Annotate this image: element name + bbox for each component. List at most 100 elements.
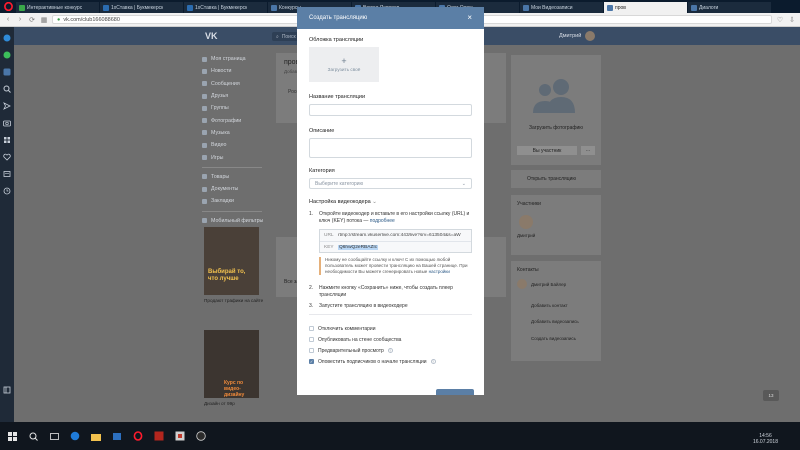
menu-item-label: Новости bbox=[211, 68, 232, 75]
stream-url-value[interactable]: rtmp://stream.vkuserlive.com:443/live?sr… bbox=[338, 233, 461, 238]
start-stream-card[interactable]: Открыть трансляцию bbox=[511, 170, 601, 188]
camera-icon[interactable] bbox=[3, 118, 12, 127]
regenerate-link[interactable]: настройки bbox=[429, 269, 450, 274]
task-view-icon[interactable] bbox=[45, 427, 63, 445]
stream-key-value[interactable]: Q6hwQ2eRBAZIc bbox=[338, 244, 379, 250]
vk-user-menu[interactable]: Дмитрий bbox=[559, 31, 596, 41]
menu-item-icon bbox=[202, 142, 207, 148]
speed-dial-icon[interactable]: ▦ bbox=[40, 16, 48, 24]
encoder-settings-toggle[interactable]: Настройка видеокодера ⌄ bbox=[309, 199, 472, 205]
news-icon[interactable] bbox=[3, 169, 12, 178]
vk-messenger-icon[interactable] bbox=[3, 67, 12, 76]
browser-tab[interactable]: пров bbox=[604, 2, 688, 13]
edge-icon[interactable] bbox=[66, 427, 84, 445]
windows-start-icon[interactable] bbox=[3, 427, 21, 445]
menu-item-icon bbox=[202, 218, 207, 224]
vk-logo-icon[interactable]: VK bbox=[205, 31, 218, 41]
key-row[interactable]: KEY Q6hwQ2eRBAZIc bbox=[320, 241, 471, 252]
obs-icon[interactable] bbox=[192, 427, 210, 445]
vk-menu-item[interactable]: Новости bbox=[202, 65, 262, 77]
tab-favicon-icon bbox=[103, 4, 109, 11]
browser-tab[interactable]: Интерактивные конкурс bbox=[16, 2, 100, 13]
checkbox-label: Оповестить подписчиков о начале трансляц… bbox=[318, 358, 427, 365]
vk-menu-item[interactable]: Товары bbox=[202, 171, 262, 183]
vk-menu-item[interactable]: Игры bbox=[202, 151, 262, 163]
menu-item-icon bbox=[202, 186, 207, 192]
description-textarea[interactable] bbox=[309, 138, 472, 158]
store-icon[interactable] bbox=[108, 427, 126, 445]
send-icon[interactable] bbox=[3, 101, 12, 110]
vk-menu-item[interactable]: Сообщения bbox=[202, 78, 262, 90]
option-checkbox[interactable]: Предварительный просмотр? bbox=[309, 345, 472, 356]
filezilla-icon[interactable] bbox=[150, 427, 168, 445]
vk-menu-item[interactable]: Моя страница bbox=[202, 53, 262, 65]
taskbar-search-icon[interactable] bbox=[24, 427, 42, 445]
url-row[interactable]: URL rtmp://stream.vkuserlive.com:443/liv… bbox=[320, 230, 471, 241]
option-checkbox[interactable]: Отключить комментарии bbox=[309, 323, 472, 334]
ad-text-2: Дизайн от 99р bbox=[204, 401, 235, 406]
history-clock-icon[interactable] bbox=[3, 186, 12, 195]
option-checkbox[interactable]: ✓ Оповестить подписчиков о начале трансля… bbox=[309, 356, 472, 367]
tab-favicon-icon bbox=[19, 4, 25, 11]
checkbox[interactable] bbox=[309, 348, 314, 353]
browser-tab[interactable]: 1xСтавка | Букмекерск bbox=[100, 2, 184, 13]
scroll-badge[interactable]: 13 bbox=[763, 390, 779, 401]
checkbox[interactable] bbox=[309, 326, 314, 331]
help-icon[interactable]: ? bbox=[387, 348, 393, 353]
ad-title-1: Выбирай то, что лучше bbox=[208, 269, 246, 282]
cover-upload-button[interactable]: + Загрузить своё bbox=[309, 47, 379, 82]
help-icon[interactable]: ? bbox=[430, 359, 436, 364]
contact-name[interactable]: Дмитрий Байлер bbox=[531, 282, 566, 287]
vk-search-placeholder: Поиск bbox=[281, 33, 296, 40]
close-icon[interactable]: × bbox=[467, 14, 472, 22]
messenger-icon[interactable] bbox=[3, 33, 12, 42]
description-label: Описание bbox=[309, 128, 335, 134]
add-contact-link[interactable]: Добавить контакт bbox=[531, 303, 568, 308]
ad-image-2[interactable]: Курс по видео-дизайну bbox=[204, 330, 259, 398]
download-icon[interactable]: ⇩ bbox=[788, 16, 796, 24]
create-video-link[interactable]: Создать видеозапись bbox=[531, 336, 576, 341]
forward-icon[interactable]: › bbox=[16, 16, 24, 24]
app-icon[interactable] bbox=[171, 427, 189, 445]
ad-image-1[interactable]: Выбирай то, что лучше bbox=[204, 227, 259, 295]
explorer-icon[interactable] bbox=[87, 427, 105, 445]
member-button[interactable]: Вы участник bbox=[517, 146, 577, 155]
back-icon[interactable]: ‹ bbox=[4, 16, 12, 24]
vk-menu-item[interactable]: Видео bbox=[202, 139, 262, 151]
contact-avatar[interactable] bbox=[517, 279, 527, 289]
category-select[interactable]: Выберите категорию ⌄ bbox=[309, 178, 472, 189]
vk-menu-item[interactable]: Друзья bbox=[202, 90, 262, 102]
vk-menu-item[interactable]: Музыка bbox=[202, 127, 262, 139]
checkbox[interactable] bbox=[309, 337, 314, 342]
sidebar-settings-icon[interactable] bbox=[3, 385, 12, 394]
more-button[interactable]: ··· bbox=[581, 146, 595, 155]
vk-menu-item[interactable]: Закладки bbox=[202, 195, 262, 207]
vk-menu-item[interactable]: Фотографии bbox=[202, 114, 262, 126]
checkbox[interactable]: ✓ bbox=[309, 359, 314, 364]
upload-photo-link[interactable]: Загрузить фотографию bbox=[511, 125, 601, 131]
whatsapp-icon[interactable] bbox=[3, 50, 12, 59]
stream-name-input[interactable] bbox=[309, 104, 472, 116]
vk-menu-item[interactable]: Документы bbox=[202, 183, 262, 195]
menu-item-icon bbox=[202, 198, 207, 204]
vk-menu-item[interactable]: Группы bbox=[202, 102, 262, 114]
member-avatar[interactable] bbox=[519, 215, 533, 229]
add-video-link[interactable]: Добавить видеозапись bbox=[531, 319, 579, 324]
save-button[interactable] bbox=[436, 389, 474, 395]
reload-icon[interactable]: ⟳ bbox=[28, 16, 36, 24]
apps-grid-icon[interactable] bbox=[3, 135, 12, 144]
browser-tab[interactable]: Диалоги bbox=[688, 2, 772, 13]
favorites-heart-icon[interactable] bbox=[3, 152, 12, 161]
browser-tab[interactable]: 1xСтавка | Букмекерск bbox=[184, 2, 268, 13]
member-name[interactable]: Дмитрий bbox=[517, 233, 535, 238]
heart-icon[interactable]: ♡ bbox=[776, 16, 784, 24]
taskbar-clock[interactable]: 14:56 16.07.2018 bbox=[753, 433, 778, 445]
opera-taskbar-icon[interactable] bbox=[129, 427, 147, 445]
vk-menu-item[interactable]: Мобильный фильтры bbox=[202, 215, 263, 227]
browser-tab[interactable]: Мои Видеозаписи bbox=[520, 2, 604, 13]
details-link[interactable]: подробнее bbox=[370, 218, 395, 224]
modal-header: Создать трансляцию × bbox=[297, 7, 484, 29]
option-checkbox[interactable]: Опубликовать на стене сообщества bbox=[309, 334, 472, 345]
opera-logo-icon[interactable] bbox=[0, 0, 16, 13]
search-icon[interactable] bbox=[3, 84, 12, 93]
